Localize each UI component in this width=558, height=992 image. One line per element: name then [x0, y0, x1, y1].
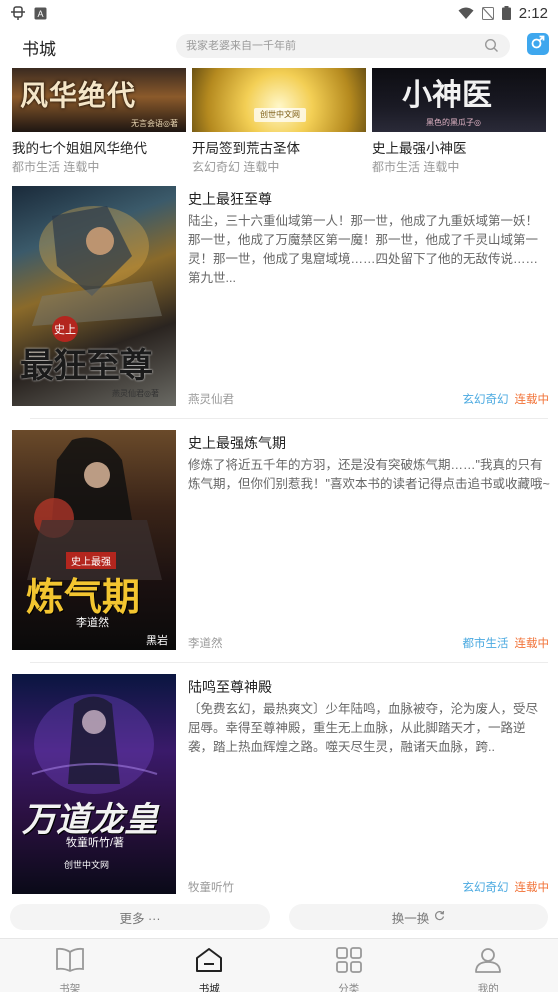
home-icon [194, 947, 224, 978]
list-item[interactable]: 史上 最狂至尊 燕灵仙君◎著 史上最狂至尊 陆尘，三十六重仙域第一人！那一世，他… [0, 186, 558, 410]
user-icon [473, 947, 503, 978]
top-book-status: 连载中 [423, 160, 460, 174]
a-box-notification-icon: A [34, 7, 47, 20]
cover-title-art: 炼气期 [26, 574, 141, 619]
book-title[interactable]: 史上最强炼气期 [188, 433, 286, 453]
cover-publisher-art: 黑岩 [146, 635, 168, 647]
svg-text:A: A [37, 9, 43, 19]
refresh-icon [434, 910, 445, 924]
cover-title-art: 风华绝代 [20, 79, 137, 112]
cover-publisher-art: 创世中文网 [64, 860, 110, 870]
status-bar: A 2:12 [0, 0, 558, 26]
book-tags: 都市生活 连载中 [463, 635, 550, 651]
divider [30, 662, 548, 663]
cover-author-art: 燕灵仙君◎著 [112, 389, 159, 398]
book-description: 〔免费玄幻，最热爽文〕少年陆鸣，血脉被夺，沦为废人，受尽屈辱。幸得至尊神殿，重生… [188, 702, 539, 754]
book-author: 李道然 [188, 638, 223, 650]
bottom-nav: 书架 书城 分类 我的 [0, 938, 558, 992]
search-bar[interactable] [176, 34, 510, 58]
cover-author-art: 黑色的黑瓜子◎ [426, 118, 481, 127]
search-input[interactable] [186, 40, 484, 52]
no-signal-icon [481, 6, 494, 20]
genre-tag: 都市生活 [462, 638, 509, 650]
refresh-button[interactable]: 换一换 [289, 904, 548, 930]
cover-title-art: 最狂至尊 [20, 346, 153, 386]
male-icon [530, 34, 546, 55]
top-book-card[interactable]: 小神医 黑色的黑瓜子◎ 史上最强小神医 都市生活 连载中 [372, 68, 546, 174]
cover-author-art: 牧童听竹/著 [66, 837, 125, 849]
book-cover[interactable]: 万道龙皇 牧童听竹/著 创世中文网 [12, 674, 176, 894]
top-book-title[interactable]: 我的七个姐姐风华绝代 [12, 137, 147, 157]
nav-label: 书城 [198, 983, 220, 992]
book-title[interactable]: 史上最狂至尊 [188, 189, 272, 209]
top-book-meta: 都市生活 连载中 [372, 158, 459, 175]
top-book-card[interactable]: 风华绝代 无言会语◎著 我的七个姐姐风华绝代 都市生活 连载中 [12, 68, 186, 174]
nav-item-bookshelf[interactable]: 书架 [0, 939, 140, 992]
top-book-title[interactable]: 开局签到荒古圣体 [192, 137, 300, 157]
top-book-genre: 玄幻奇幻 [192, 160, 241, 174]
cover-publisher-art: 创世中文网 [254, 108, 306, 122]
book-tags: 玄幻奇幻 连载中 [463, 879, 550, 895]
divider [30, 418, 548, 419]
book-author: 牧童听竹 [188, 882, 234, 894]
genre-tag: 玄幻奇幻 [462, 882, 509, 894]
top-book-genre: 都市生活 [12, 160, 61, 174]
list-item[interactable]: 史上最强 炼气期 李道然 黑岩 史上最强炼气期 修炼了将近五千年的方羽，还是没有… [0, 430, 558, 654]
more-button[interactable]: 更多 ··· [10, 904, 270, 930]
status-time: 2:12 [518, 4, 548, 22]
top-book-grid: 风华绝代 无言会语◎著 我的七个姐姐风华绝代 都市生活 连载中 创世中文网 开局… [0, 68, 558, 178]
status-tag: 连载中 [514, 638, 550, 650]
book-cover[interactable]: 史上 最狂至尊 燕灵仙君◎著 [12, 186, 176, 406]
book-cover[interactable]: 创世中文网 [192, 68, 366, 132]
status-bar-left: A [10, 5, 47, 21]
nav-label: 书架 [59, 983, 81, 992]
status-tag: 连载中 [514, 394, 550, 406]
status-tag: 连载中 [514, 882, 550, 894]
top-book-meta: 都市生活 连载中 [12, 158, 99, 175]
book-author: 燕灵仙君 [188, 394, 234, 406]
bug-notification-icon [10, 5, 26, 21]
top-book-meta: 玄幻奇幻 连载中 [192, 158, 279, 175]
book-cover[interactable]: 史上最强 炼气期 李道然 黑岩 [12, 430, 176, 650]
book-icon [55, 947, 85, 978]
page-title: 书城 [22, 40, 56, 59]
wifi-icon [458, 7, 474, 20]
nav-label: 我的 [477, 983, 499, 992]
nav-item-bookstore[interactable]: 书城 [140, 939, 280, 992]
nav-label: 分类 [338, 983, 360, 992]
book-cover[interactable]: 小神医 黑色的黑瓜子◎ [372, 68, 546, 132]
action-bar: 更多 ··· 换一换 [0, 904, 558, 932]
search-icon[interactable] [484, 38, 500, 54]
app-header: 书城 [0, 26, 558, 68]
cover-title-art: 小神医 [402, 78, 492, 113]
book-description: 修炼了将近五千年的方羽，还是没有突破炼气期……"我真的只有炼气期，但你们别惹我！… [188, 458, 550, 491]
nav-item-profile[interactable]: 我的 [419, 939, 558, 992]
book-title[interactable]: 陆鸣至尊神殿 [188, 677, 272, 697]
book-description: 陆尘，三十六重仙域第一人！那一世，他成了九重妖域第一妖！那一世，他成了万魔禁区第… [188, 214, 539, 285]
nav-item-category[interactable]: 分类 [279, 939, 419, 992]
book-tags: 玄幻奇幻 连载中 [463, 391, 550, 407]
refresh-button-label: 换一换 [391, 911, 430, 926]
cover-author-art: 无言会语◎著 [131, 119, 178, 128]
genre-tag: 玄幻奇幻 [462, 394, 509, 406]
top-book-status: 连载中 [243, 160, 280, 174]
cover-author-art: 李道然 [76, 617, 109, 629]
status-bar-right: 2:12 [458, 5, 548, 22]
battery-icon [501, 6, 511, 20]
gender-toggle-button[interactable] [527, 33, 549, 55]
book-cover[interactable]: 风华绝代 无言会语◎著 [12, 68, 186, 132]
top-book-genre: 都市生活 [372, 160, 421, 174]
top-book-card[interactable]: 创世中文网 开局签到荒古圣体 玄幻奇幻 连载中 [192, 68, 366, 174]
more-button-label: 更多 ··· [119, 911, 161, 926]
list-item[interactable]: 万道龙皇 牧童听竹/著 创世中文网 陆鸣至尊神殿 〔免费玄幻，最热爽文〕少年陆鸣… [0, 674, 558, 898]
top-book-status: 连载中 [63, 160, 100, 174]
top-book-title[interactable]: 史上最强小神医 [372, 137, 467, 157]
grid-icon [334, 947, 364, 978]
